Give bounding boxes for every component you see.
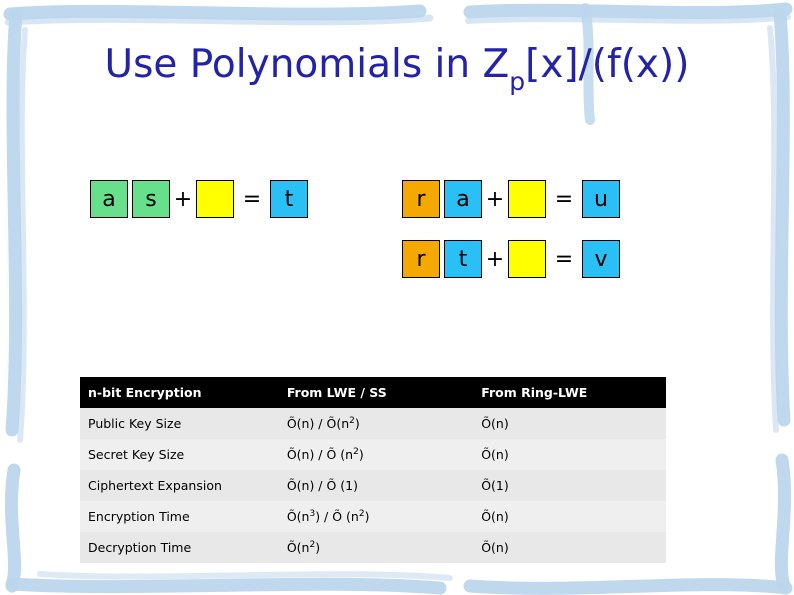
equation-left-operator-4: =	[242, 186, 262, 212]
equation-right-2-box-3	[508, 240, 546, 278]
table-row: Secret Key Size Õ(n) / Õ (n2) Õ(n)	[80, 439, 666, 470]
table-cell-ring-lwe: Õ(n)	[473, 439, 666, 470]
table-cell-ring-lwe: Õ(n)	[473, 408, 666, 439]
table-row: Decryption Time Õ(n2) Õ(n)	[80, 532, 666, 563]
equation-right-2-box-0: r	[402, 240, 440, 278]
table-header-row: n-bit Encryption From LWE / SS From Ring…	[80, 377, 666, 408]
table-header-cell-2: From Ring-LWE	[473, 377, 666, 408]
table-cell-ring-lwe: Õ(n)	[473, 532, 666, 563]
equation-left-operator-2: +	[173, 186, 193, 212]
table-cell-lwe: Õ(n) / Õ(n2)	[278, 408, 474, 439]
slide-title: Use Polynomials in Zp[x]/(f(x))	[0, 42, 794, 96]
table-cell-label: Encryption Time	[80, 501, 279, 532]
equation-left-box-1: s	[132, 180, 170, 218]
equation-right-1-box-0: r	[402, 180, 440, 218]
table-row: Ciphertext Expansion Õ(n) / Õ (1) Õ(1)	[80, 470, 666, 501]
table-header-cell-1: From LWE / SS	[278, 377, 474, 408]
equation-right-1-box-3	[508, 180, 546, 218]
equation-right-1-box-5: u	[582, 180, 620, 218]
table-cell-lwe: Õ(n) / Õ (1)	[278, 470, 474, 501]
equation-right-2-box-5: v	[582, 240, 620, 278]
table-cell-label: Ciphertext Expansion	[80, 470, 279, 501]
equation-right-2-operator-2: +	[485, 246, 505, 272]
equation-right-1-operator-2: +	[485, 186, 505, 212]
table-cell-label: Secret Key Size	[80, 439, 279, 470]
comparison-table: n-bit Encryption From LWE / SS From Ring…	[80, 377, 666, 563]
table-cell-ring-lwe: Õ(n)	[473, 501, 666, 532]
table-cell-lwe: Õ(n3) / Õ (n2)	[278, 501, 474, 532]
table-row: Public Key Size Õ(n) / Õ(n2) Õ(n)	[80, 408, 666, 439]
slide-title-main: Use Polynomials in Z	[104, 42, 510, 87]
equation-left: a s + = t	[88, 180, 310, 218]
equation-left-box-5: t	[270, 180, 308, 218]
equation-right-2: r t + = v	[400, 240, 622, 278]
table-body: Public Key Size Õ(n) / Õ(n2) Õ(n) Secret Ke…	[80, 408, 666, 563]
equation-right-1-operator-4: =	[554, 186, 574, 212]
equation-right-1-box-1: a	[444, 180, 482, 218]
table-header-cell-0: n-bit Encryption	[80, 377, 279, 408]
table-cell-label: Decryption Time	[80, 532, 279, 563]
equation-left-box-0: a	[90, 180, 128, 218]
equation-left-box-3	[196, 180, 234, 218]
equation-right-1: r a + = u	[400, 180, 622, 218]
table-cell-lwe: Õ(n2)	[278, 532, 474, 563]
table-row: Encryption Time Õ(n3) / Õ (n2) Õ(n)	[80, 501, 666, 532]
slide-title-subscript: p	[509, 66, 526, 96]
equation-right-2-operator-4: =	[554, 246, 574, 272]
equation-right-2-box-1: t	[444, 240, 482, 278]
table-cell-label: Public Key Size	[80, 408, 279, 439]
table-cell-lwe: Õ(n) / Õ (n2)	[278, 439, 474, 470]
slide-title-rest: [x]/(f(x))	[525, 42, 690, 87]
table-cell-ring-lwe: Õ(1)	[473, 470, 666, 501]
